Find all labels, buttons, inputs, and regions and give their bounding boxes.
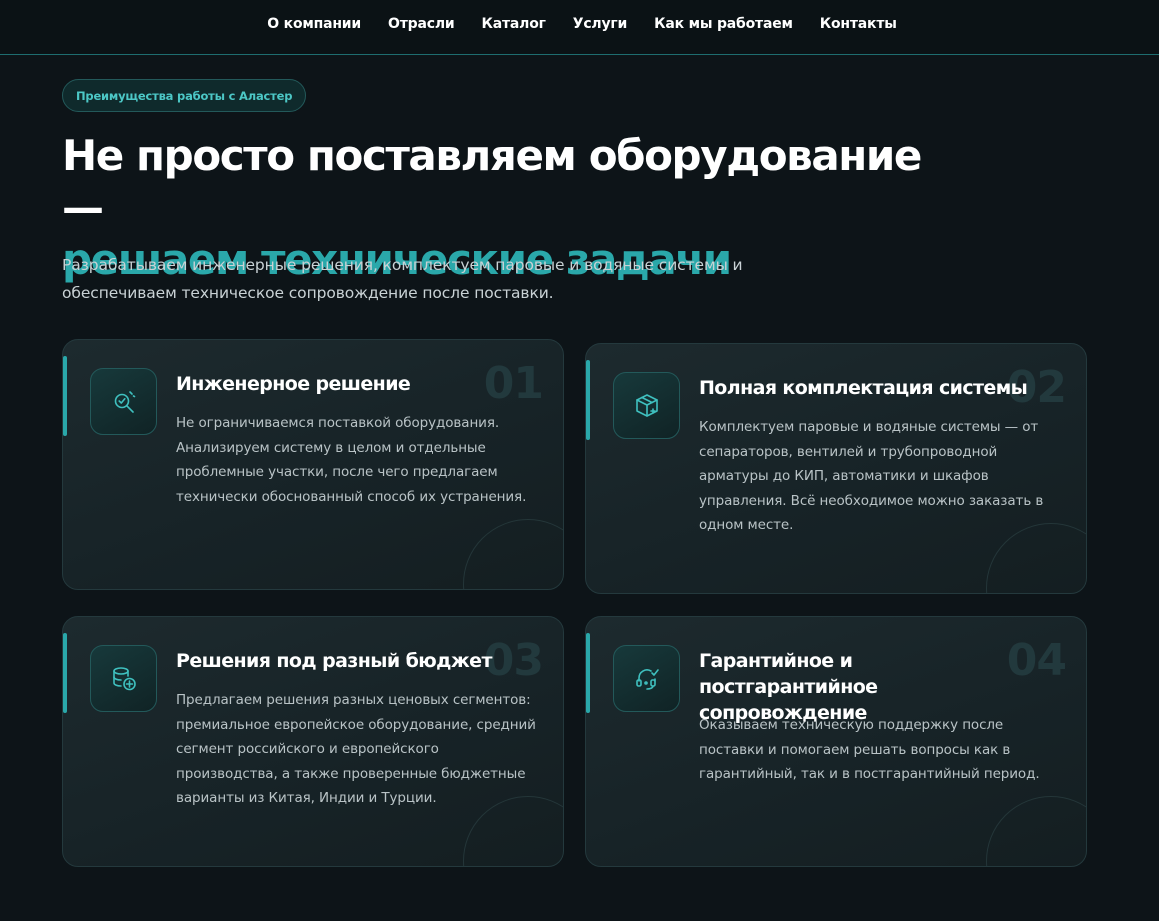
card-title: Инженерное решение — [176, 373, 411, 395]
nav-item-catalog: Каталог — [481, 13, 545, 32]
card-text: Не ограничиваемся поставкой оборудования… — [176, 415, 527, 505]
card-accent-bar — [63, 633, 67, 713]
search-check-icon — [90, 368, 157, 435]
nav-menu: О компании Отрасли Каталог Услуги Как мы… — [267, 13, 897, 32]
headset-check-icon — [613, 645, 680, 712]
box-plus-icon — [613, 372, 680, 439]
nav-link-about[interactable]: О компании — [267, 16, 361, 32]
nav-link-services[interactable]: Услуги — [573, 16, 628, 32]
coins-plus-icon — [90, 645, 157, 712]
card-text: Комплектуем паровые и водяные системы — … — [699, 419, 1044, 534]
nav-item-about: О компании — [267, 13, 361, 32]
card-text: Предлагаем решения разных ценовых сегмен… — [176, 692, 536, 807]
card-decorative-ring — [986, 796, 1086, 866]
card-accent-bar — [586, 633, 590, 713]
nav-item-industries: Отрасли — [388, 13, 455, 32]
card-accent-bar — [63, 356, 67, 436]
card-title: Решения под разный бюджет — [176, 650, 492, 672]
nav-link-catalog[interactable]: Каталог — [481, 16, 545, 32]
page-subtitle: Разрабатываем инженерные решения, компле… — [62, 256, 743, 302]
nav-link-industries[interactable]: Отрасли — [388, 16, 455, 32]
card-title: Полная комплектация системы — [699, 377, 1028, 399]
advantage-card-3: 03 Решения под разный бюджет Предлагаем … — [62, 616, 564, 867]
advantage-card-1: 01 Инженерное решение Не ограничиваемся … — [62, 339, 564, 590]
advantage-card-2: 02 Полная комплектация системы Комплекту… — [585, 343, 1087, 594]
nav-link-how-we-work[interactable]: Как мы работаем — [654, 16, 793, 32]
advantage-card-4: 04 Гарантийное и постгарантийное сопрово… — [585, 616, 1087, 867]
page-title-line-1: Не просто поставляем оборудование — — [62, 131, 922, 232]
section-badge: Преимущества работы с Аластер — [62, 79, 307, 112]
top-navigation: О компании Отрасли Каталог Услуги Как мы… — [0, 0, 1159, 55]
card-accent-bar — [586, 360, 590, 440]
card-decorative-ring — [463, 519, 563, 589]
card-text: Оказываем техническую поддержку после по… — [699, 717, 1040, 783]
nav-item-services: Услуги — [573, 13, 628, 32]
nav-link-contacts[interactable]: Контакты — [820, 16, 897, 32]
nav-item-contacts: Контакты — [820, 13, 897, 32]
nav-item-how-we-work: Как мы работаем — [654, 13, 793, 32]
